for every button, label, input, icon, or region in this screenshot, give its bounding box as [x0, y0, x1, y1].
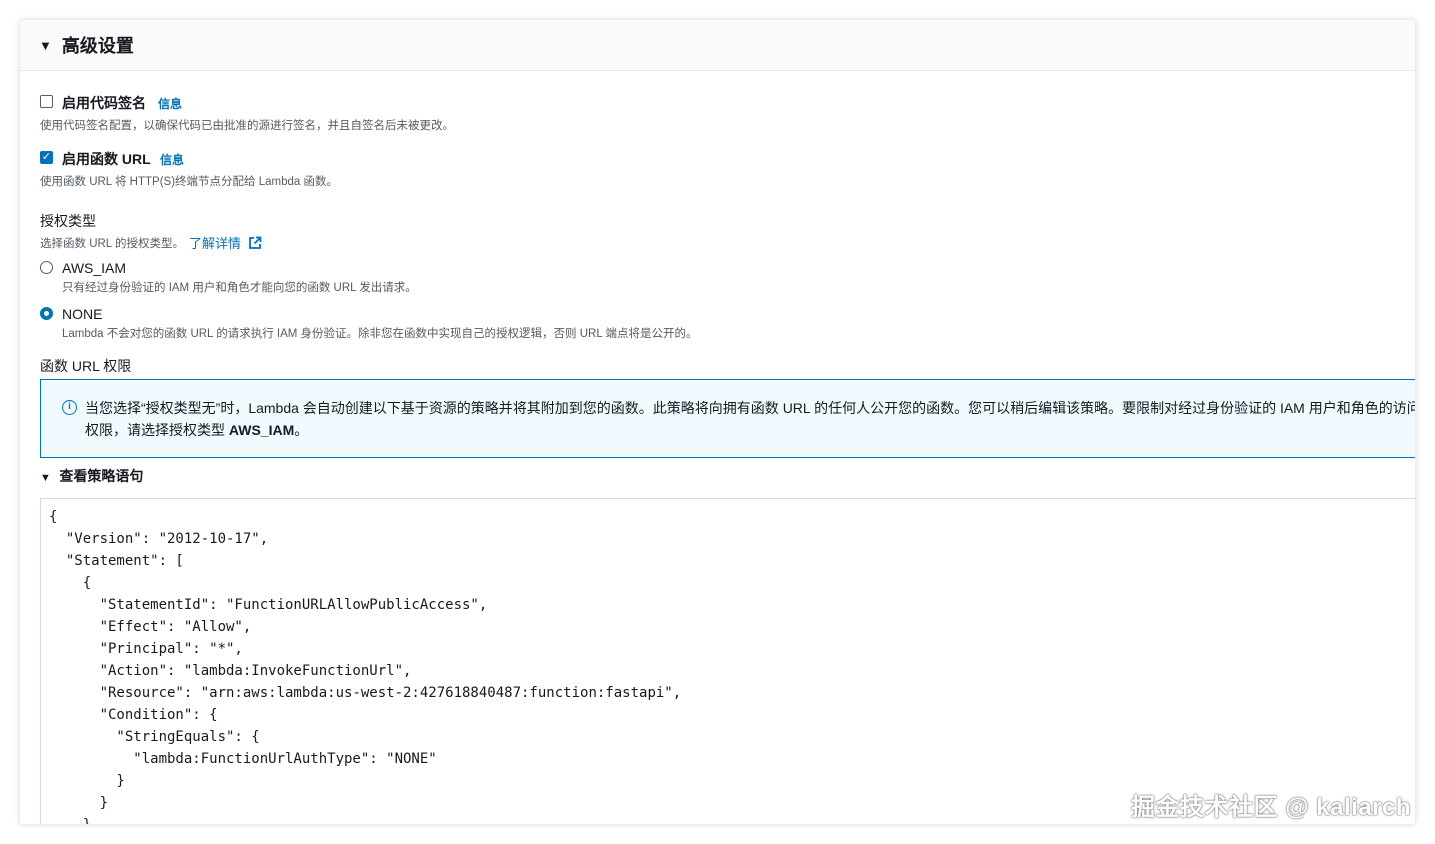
learn-more-text[interactable]: 了解详情	[189, 236, 241, 251]
radio-aws-iam-label[interactable]: AWS_IAM	[62, 260, 126, 276]
advanced-settings-header[interactable]: ▼ 高级设置	[20, 20, 1415, 71]
alert-line-2-suffix: 。	[294, 422, 309, 438]
view-policy-toggle[interactable]: ▼ 查看策略语句	[40, 466, 143, 486]
alert-line-2: 权限，请选择授权类型 AWS_IAM。	[85, 419, 1415, 441]
alert-line-1: 当您选择“授权类型无”时，Lambda 会自动创建以下基于资源的策略并将其附加到…	[85, 400, 1415, 416]
auth-type-description: 选择函数 URL 的授权类型。	[40, 238, 184, 250]
permissions-label: 函数 URL 权限	[40, 358, 132, 374]
radio-aws-iam[interactable]	[40, 261, 53, 274]
panel-title: 高级设置	[61, 36, 134, 56]
radio-none-label[interactable]: NONE	[62, 306, 102, 322]
info-icon: i	[62, 400, 77, 415]
policy-code: { "Version": "2012-10-17", "Statement": …	[49, 509, 682, 824]
checkmark-icon: ✓	[41, 151, 52, 163]
code-signing-checkbox[interactable]	[40, 95, 53, 108]
function-url-info-link[interactable]: 信息	[160, 151, 184, 168]
caret-down-icon[interactable]: ▼	[39, 38, 52, 53]
watermark: 掘金技术社区 @ kaliarch	[1131, 794, 1411, 821]
code-signing-description: 使用代码签名配置，以确保代码已由批准的源进行签名，并且自签名后未被更改。	[40, 120, 454, 132]
alert-line-2-bold: AWS_IAM	[228, 422, 295, 438]
learn-more-link[interactable]: 了解详情	[189, 233, 262, 253]
info-alert: i 当您选择“授权类型无”时，Lambda 会自动创建以下基于资源的策略并将其附…	[40, 379, 1415, 458]
function-url-checkbox[interactable]: ✓	[40, 151, 53, 164]
code-signing-label[interactable]: 启用代码签名	[62, 93, 146, 113]
radio-none[interactable]	[40, 307, 53, 320]
policy-code-box: { "Version": "2012-10-17", "Statement": …	[40, 498, 1415, 824]
advanced-settings-panel: ▼ 高级设置 启用代码签名 信息 使用代码签名配置，以确保代码已由批准的源进行签…	[20, 20, 1415, 824]
view-policy-label[interactable]: 查看策略语句	[59, 468, 143, 484]
code-signing-info-link[interactable]: 信息	[158, 95, 182, 112]
auth-type-label: 授权类型	[40, 213, 96, 229]
alert-line-2-prefix: 权限，请选择授权类型	[85, 422, 229, 438]
function-url-label[interactable]: 启用函数 URL	[62, 149, 151, 169]
alert-text: 当您选择“授权类型无”时，Lambda 会自动创建以下基于资源的策略并将其附加到…	[85, 397, 1415, 441]
external-link-icon	[249, 236, 262, 249]
radio-none-description: Lambda 不会对您的函数 URL 的请求执行 IAM 身份验证。除非您在函数…	[62, 328, 698, 340]
function-url-description: 使用函数 URL 将 HTTP(S)终端节点分配给 Lambda 函数。	[40, 176, 338, 188]
radio-aws-iam-description: 只有经过身份验证的 IAM 用户和角色才能向您的函数 URL 发出请求。	[62, 282, 417, 294]
caret-down-icon: ▼	[40, 472, 51, 484]
